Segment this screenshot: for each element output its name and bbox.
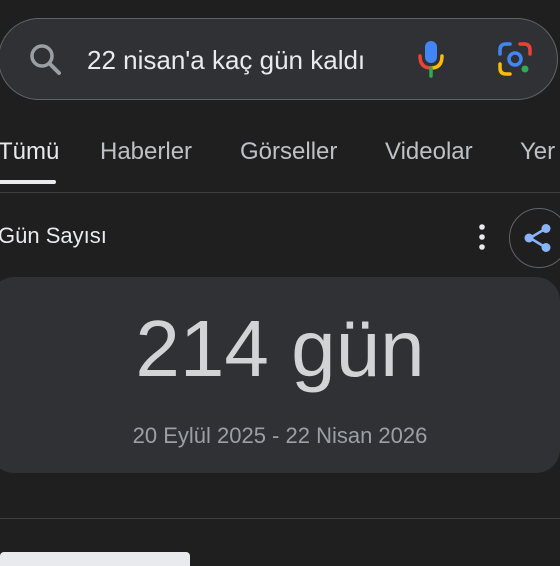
section-divider bbox=[0, 518, 560, 519]
search-icon[interactable] bbox=[27, 41, 63, 77]
days-count: 214 gün bbox=[135, 304, 425, 393]
search-input[interactable]: 22 nisan'a kaç gün kaldı bbox=[87, 45, 365, 75]
tab-all[interactable]: Tümü bbox=[0, 138, 60, 184]
tab-images[interactable]: Görseller bbox=[240, 138, 337, 166]
lens-icon[interactable] bbox=[497, 41, 533, 77]
share-icon bbox=[524, 224, 551, 252]
tab-label: Görseller bbox=[240, 138, 338, 165]
search-bar[interactable]: 22 nisan'a kaç gün kaldı bbox=[0, 18, 558, 100]
tab-videos[interactable]: Videolar bbox=[385, 138, 473, 166]
share-button[interactable] bbox=[509, 208, 560, 268]
tab-label: Yer bbox=[520, 138, 556, 165]
tab-label: Tümü bbox=[0, 138, 60, 165]
search-tabs: Tümü Haberler Görseller Videolar Yer bbox=[0, 130, 560, 193]
tab-news[interactable]: Haberler bbox=[100, 138, 192, 166]
tab-label: Haberler bbox=[100, 138, 193, 165]
tab-places[interactable]: Yer bbox=[520, 138, 555, 166]
active-tab-indicator bbox=[0, 180, 56, 184]
mic-icon[interactable] bbox=[416, 39, 446, 79]
next-section-heading-cut-off bbox=[0, 552, 200, 566]
result-section-title: Gün Sayısı bbox=[0, 223, 107, 248]
date-range: 20 Eylül 2025 - 22 Nisan 2026 bbox=[132, 423, 428, 448]
more-vert-icon[interactable] bbox=[474, 222, 490, 252]
tab-label: Videolar bbox=[385, 138, 473, 165]
